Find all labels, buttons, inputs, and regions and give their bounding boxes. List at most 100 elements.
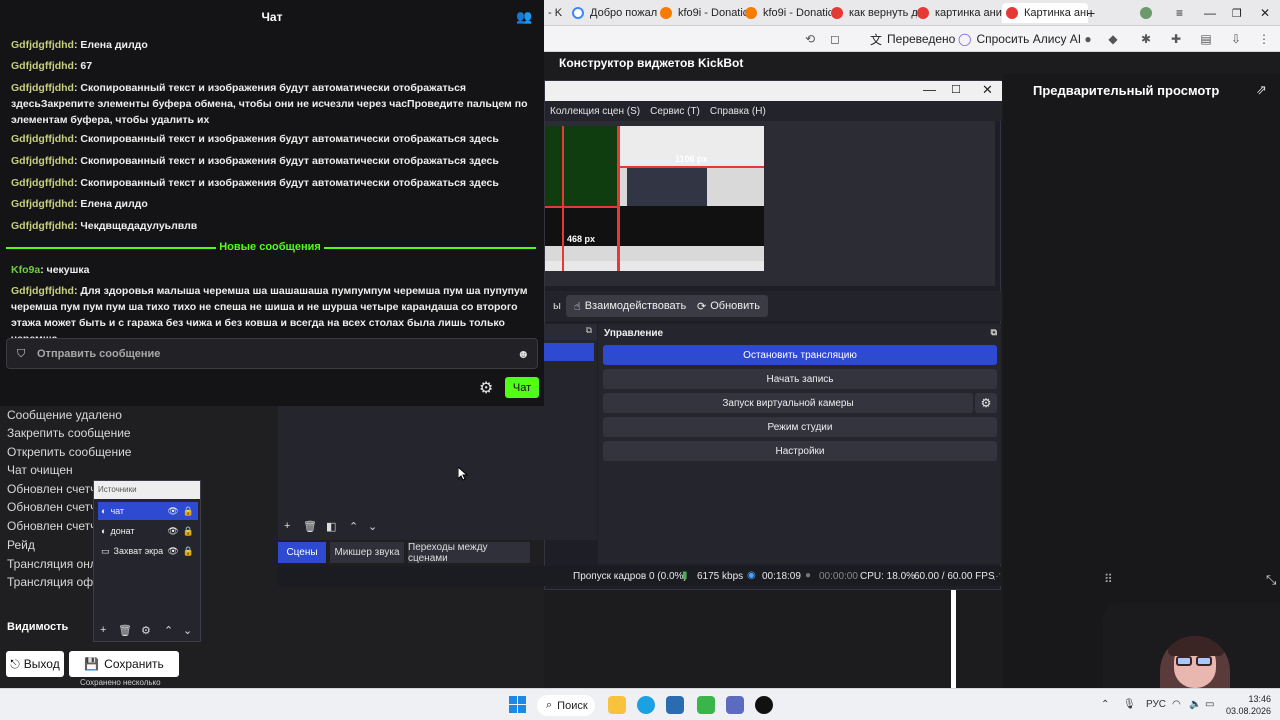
extension-icon[interactable]: ◆ <box>1105 31 1121 47</box>
gear-icon[interactable]: ⚙ <box>479 378 493 398</box>
bookmark-icon[interactable]: ◻ <box>827 31 843 47</box>
lock-icon[interactable]: 🔒 <box>183 546 198 557</box>
lock-icon[interactable]: 🔒 <box>183 526 198 537</box>
new-tab-button[interactable]: + <box>1087 3 1101 23</box>
translated-button[interactable]: 文 Переведено <box>862 30 963 48</box>
chat-username[interactable]: Gdfjdgffjdhd <box>11 39 74 51</box>
list-item[interactable]: Обновлен счетч <box>7 500 96 514</box>
exit-button[interactable]: ⎋ Выход <box>6 651 64 677</box>
chat-username[interactable]: Gdfjdgffjdhd <box>11 60 74 72</box>
browser-tab[interactable]: kfo9i - Donatic <box>745 3 831 23</box>
move-up-icon[interactable]: ⌃ <box>349 520 358 533</box>
restore-icon[interactable]: ❐ <box>1232 3 1242 23</box>
drag-handle-icon[interactable]: ⠿ <box>1104 572 1113 586</box>
tab-scene-transitions[interactable]: Переходы между сценами <box>408 542 530 564</box>
microphone-icon[interactable]: 🎙 <box>1123 699 1136 710</box>
start-record-button[interactable]: Начать запись <box>603 369 997 389</box>
ask-alice-button[interactable]: ◯ Спросить Алису AI <box>950 30 1089 48</box>
translate-icon[interactable]: ⟲ <box>802 31 818 47</box>
chat-username[interactable]: Gdfjdgffjdhd <box>11 82 74 94</box>
source-item[interactable]: ◐ чат 👁 🔒 <box>98 502 198 520</box>
chat-username[interactable]: Gdfjdgffjdhd <box>11 198 74 210</box>
windows-start-icon[interactable] <box>509 696 527 714</box>
minimize-icon[interactable]: — <box>1204 3 1216 23</box>
source-item[interactable]: ▭ Захват экра 👁 🔒 <box>98 542 198 560</box>
move-down-icon[interactable]: ⌄ <box>368 520 377 533</box>
chat-username[interactable]: Gdfjdgffjdhd <box>11 155 74 167</box>
eye-icon[interactable]: 👁 <box>167 526 178 537</box>
stop-stream-button[interactable]: Остановить трансляцию <box>603 345 997 365</box>
close-icon[interactable]: ✕ <box>1260 3 1270 23</box>
minimize-icon[interactable]: — <box>923 82 936 97</box>
list-item[interactable]: Трансляция онла <box>7 557 104 571</box>
taskbar-search[interactable]: ⌕ Поиск <box>537 695 595 716</box>
close-icon[interactable]: ✕ <box>982 82 993 98</box>
list-item[interactable]: Открепить сообщение <box>7 445 131 459</box>
virtual-camera-button[interactable]: Запуск виртуальной камеры <box>603 393 973 413</box>
obs-icon[interactable] <box>755 696 773 714</box>
app-icon[interactable] <box>697 696 715 714</box>
studio-mode-button[interactable]: Режим студии <box>603 417 997 437</box>
resize-grip-icon[interactable]: ⋰ <box>993 572 1001 581</box>
chat-send-button[interactable]: Чат <box>505 377 539 398</box>
chat-username[interactable]: Gdfjdgffjdhd <box>11 285 74 297</box>
chat-username[interactable]: Gdfjdgffjdhd <box>11 133 74 145</box>
refresh-button[interactable]: ⟳ Обновить <box>689 295 769 317</box>
add-scene-icon[interactable]: + <box>284 520 290 532</box>
trash-icon[interactable]: 🗑 <box>303 520 317 533</box>
browser-tab[interactable]: Добро пожал <box>572 3 658 23</box>
download-icon[interactable]: ⇩ <box>1228 31 1244 47</box>
browser-tab[interactable]: - K <box>548 3 562 23</box>
tab-audio-mixer[interactable]: Микшер звука <box>330 542 404 563</box>
profile-avatar-icon[interactable] <box>1140 3 1154 23</box>
lock-icon[interactable]: 🔒 <box>183 506 198 517</box>
menu-tools[interactable]: Сервис (T) <box>650 106 700 117</box>
list-item[interactable]: Обновлен счетч <box>7 482 96 496</box>
puzzle-icon[interactable]: ✚ <box>1168 31 1184 47</box>
browser-tab[interactable]: kfo9i - Donatic <box>660 3 746 23</box>
wifi-icon[interactable]: ◠ <box>1172 699 1181 710</box>
tab-scenes[interactable]: Сцены <box>278 542 326 563</box>
sidebar-icon[interactable]: ▤ <box>1198 31 1214 47</box>
maximize-icon[interactable]: ☐ <box>951 83 961 96</box>
eye-icon[interactable]: 👁 <box>167 506 178 517</box>
browser-tab[interactable]: картинка ани <box>917 3 1003 23</box>
chat-username[interactable]: Gdfjdgffjdhd <box>11 177 74 189</box>
browser-tab-active[interactable]: Картинка ани <box>1002 3 1088 23</box>
list-item[interactable]: Трансляция офла <box>7 575 107 589</box>
app-icon[interactable] <box>726 696 744 714</box>
open-external-icon[interactable]: ⇗ <box>1256 82 1267 98</box>
emoji-icon[interactable]: ☻ <box>517 347 530 361</box>
source-item[interactable]: ◐ донат 👁 🔒 <box>98 522 198 540</box>
menu-help[interactable]: Справка (H) <box>710 106 766 117</box>
settings-button[interactable]: Настройки <box>603 441 997 461</box>
list-item[interactable]: Сообщение удалено <box>7 408 122 422</box>
edge-icon[interactable] <box>637 696 655 714</box>
chat-message-input[interactable] <box>37 346 507 362</box>
list-item[interactable]: Чат очищен <box>7 463 73 477</box>
list-item[interactable]: Закрепить сообщение <box>7 426 131 440</box>
trash-icon[interactable]: 🗑 <box>118 624 132 637</box>
user-list-icon[interactable]: 👥 <box>516 9 532 25</box>
more-icon[interactable]: ⋮ <box>1256 31 1272 47</box>
obs-preview[interactable]: 1106 px 468 px <box>545 121 995 286</box>
filter-icon[interactable]: ◧ <box>326 520 336 533</box>
save-button[interactable]: 💾 Сохранить <box>69 651 179 677</box>
menu-icon[interactable]: ≡ <box>1176 3 1183 23</box>
extension-icon[interactable]: ✱ <box>1138 31 1154 47</box>
browser-tab[interactable]: как вернуть д <box>831 3 917 23</box>
chat-username[interactable]: Kfo9a <box>11 264 40 276</box>
interact-button[interactable]: ☝ Взаимодействовать <box>566 295 695 317</box>
outlook-icon[interactable] <box>666 696 684 714</box>
battery-icon[interactable]: ▭ <box>1205 699 1214 710</box>
gear-icon[interactable]: ⚙ <box>141 624 151 637</box>
expand-icon[interactable]: ⤡ <box>1266 572 1276 588</box>
move-down-icon[interactable]: ⌄ <box>183 624 192 637</box>
volume-icon[interactable]: 🔈 <box>1189 699 1201 710</box>
menu-scene-collection[interactable]: Коллекция сцен (S) <box>550 106 640 117</box>
scene-selected[interactable] <box>544 343 594 361</box>
dock-menu-icon[interactable]: ⧉ <box>586 325 592 336</box>
eye-icon[interactable]: 👁 <box>167 546 178 557</box>
list-item[interactable]: Рейд <box>7 538 35 552</box>
move-up-icon[interactable]: ⌃ <box>164 624 173 637</box>
